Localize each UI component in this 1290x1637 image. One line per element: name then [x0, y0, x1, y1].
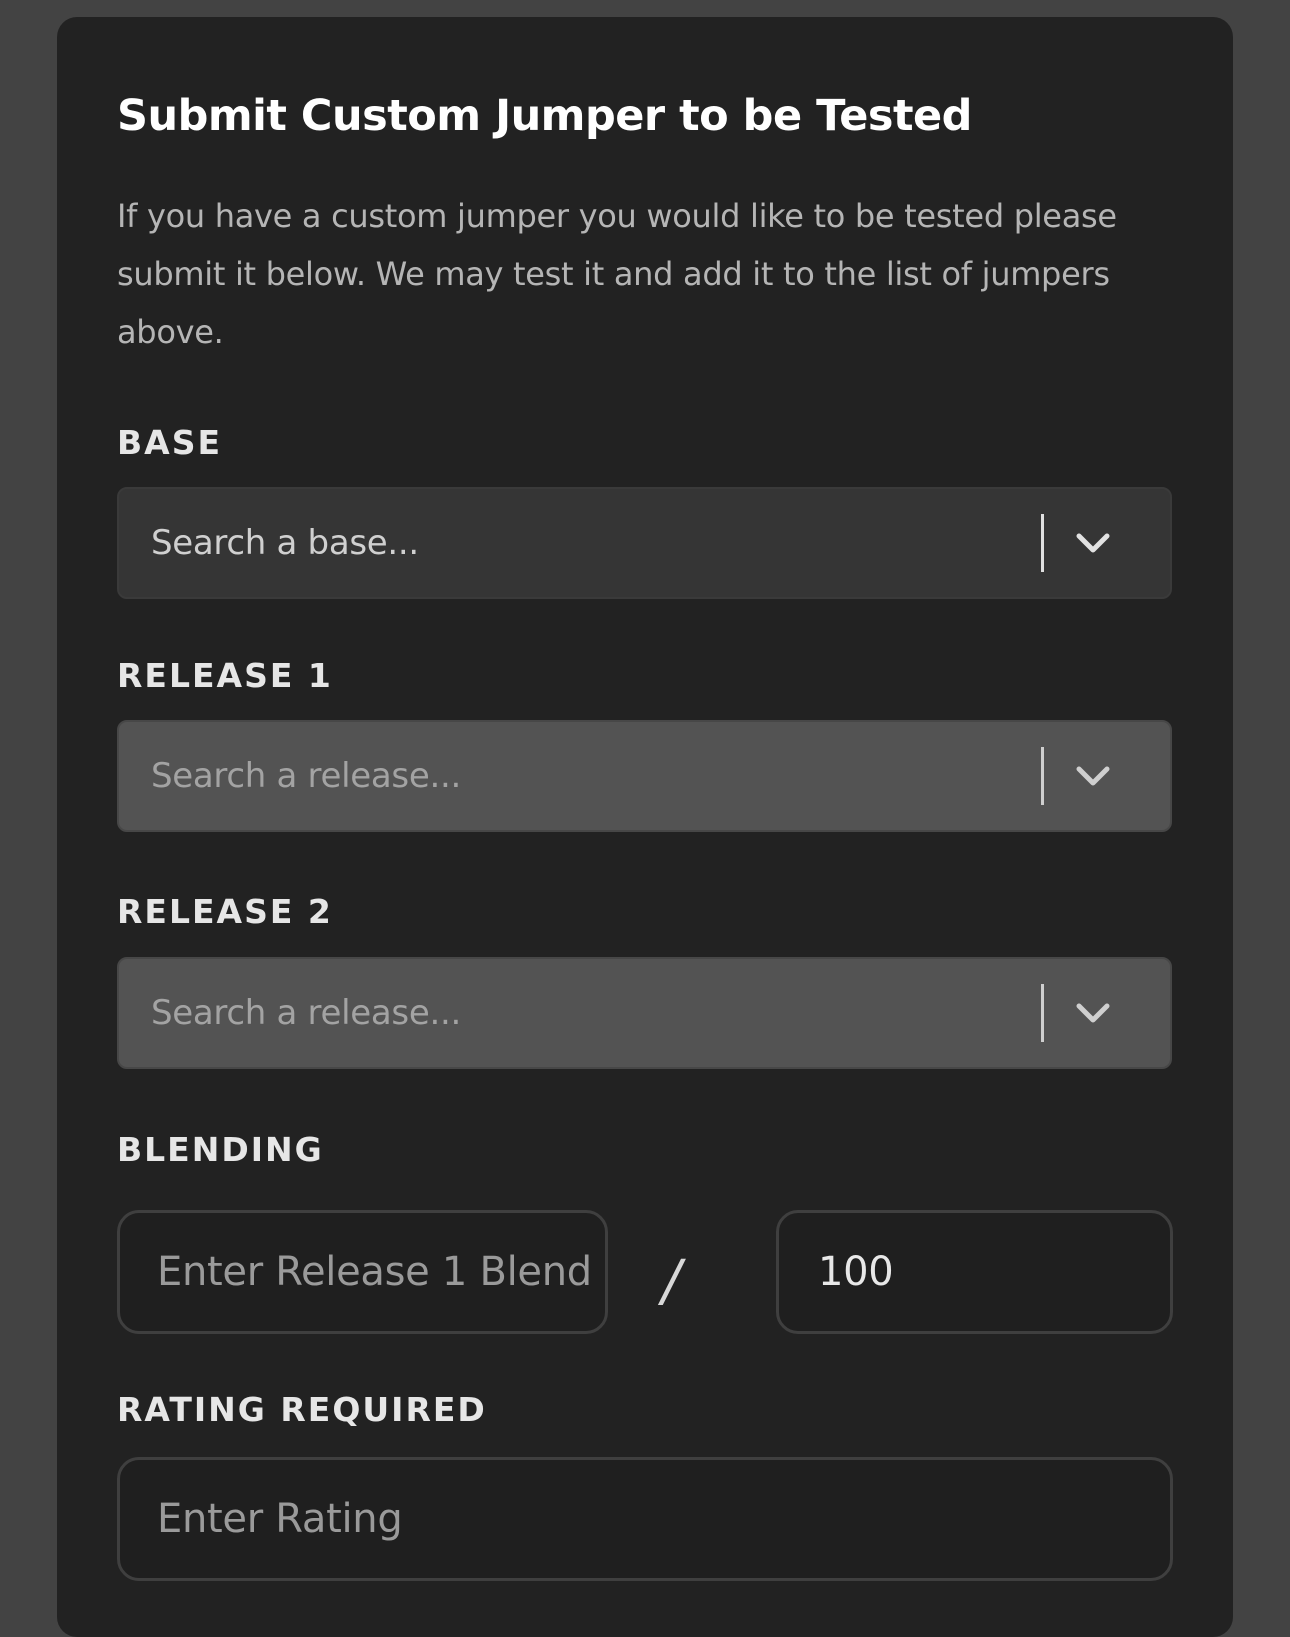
rating-label: RATING REQUIRED: [117, 1390, 487, 1429]
chevron-down-icon[interactable]: [1073, 995, 1113, 1031]
chevron-down-icon[interactable]: [1073, 758, 1113, 794]
release-1-blend-placeholder: Enter Release 1 Blend: [157, 1249, 592, 1295]
release-1-select[interactable]: Search a release...: [117, 720, 1172, 832]
blending-label: BLENDING: [117, 1130, 324, 1169]
blend-separator: /: [662, 1249, 681, 1314]
chevron-down-icon[interactable]: [1073, 525, 1113, 561]
release-1-select-placeholder: Search a release...: [151, 756, 461, 796]
release-2-label: RELEASE 2: [117, 892, 333, 931]
base-select-placeholder: Search a base...: [151, 523, 419, 563]
page-title: Submit Custom Jumper to be Tested: [117, 91, 972, 141]
form-description: If you have a custom jumper you would li…: [117, 197, 1117, 351]
base-select[interactable]: Search a base...: [117, 487, 1172, 599]
blend-total-input[interactable]: 100: [776, 1210, 1173, 1334]
release-1-label: RELEASE 1: [117, 656, 333, 695]
release-2-select[interactable]: Search a release...: [117, 957, 1172, 1069]
rating-input[interactable]: Enter Rating: [117, 1457, 1173, 1581]
release-1-select-separator: [1041, 747, 1044, 805]
base-label: BASE: [117, 423, 223, 462]
release-1-blend-input[interactable]: Enter Release 1 Blend: [117, 1210, 608, 1334]
submit-jumper-card: Submit Custom Jumper to be Tested If you…: [57, 17, 1233, 1637]
base-select-separator: [1041, 514, 1044, 572]
release-2-select-placeholder: Search a release...: [151, 993, 461, 1033]
rating-placeholder: Enter Rating: [157, 1496, 403, 1542]
release-2-select-separator: [1041, 984, 1044, 1042]
blend-total-value: 100: [818, 1249, 894, 1295]
